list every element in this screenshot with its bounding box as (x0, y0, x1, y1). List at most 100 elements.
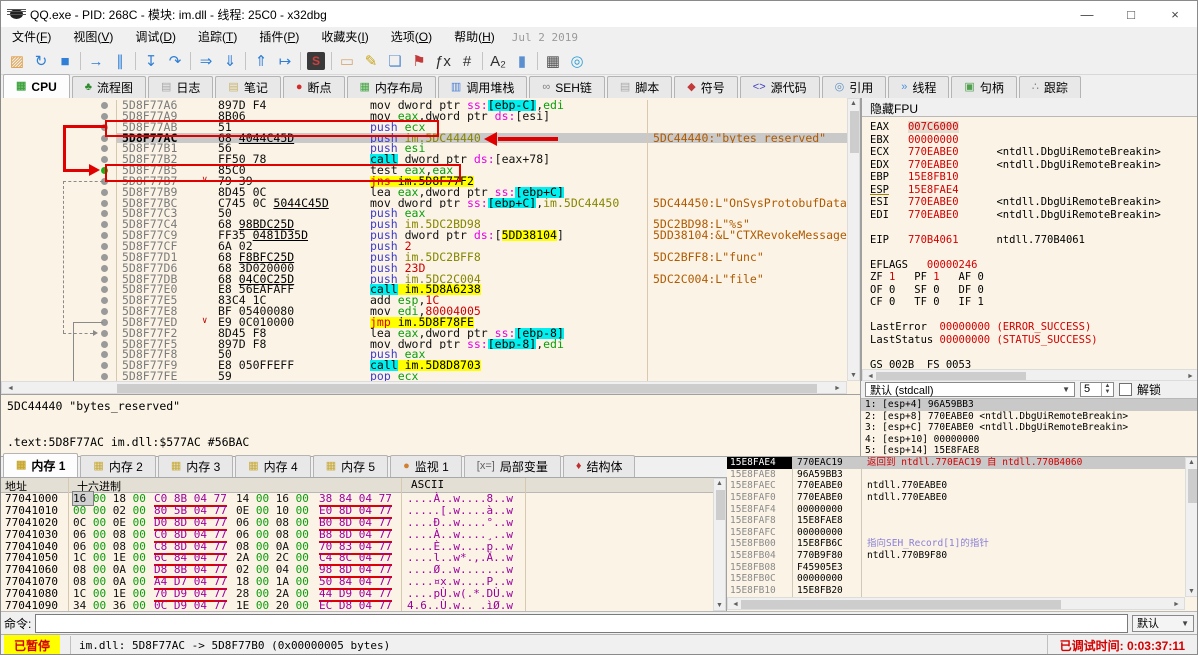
strings-icon[interactable]: A₂ (486, 49, 510, 73)
scroll-right-arrow[interactable]: ► (1170, 598, 1183, 609)
disassembly-view[interactable]: 5D8F77A6 897D F4 mov dword ptr ss:[ebp-C],… (1, 98, 861, 394)
breakpoint-slot-icon[interactable] (101, 199, 108, 207)
breakpoint-slot-icon[interactable] (101, 188, 108, 196)
disasm-gutter[interactable] (1, 208, 116, 219)
register-row[interactable]: CF 0 TF 0 IF 1 (862, 296, 1188, 309)
register-row[interactable] (862, 346, 1188, 359)
menu-item-收藏夹I[interactable]: 收藏夹(I) (310, 27, 379, 48)
disasm-gutter[interactable] (1, 306, 116, 317)
step-into-icon[interactable]: ↧ (139, 49, 163, 73)
stack-row[interactable]: 15E8FB0C 00000000 (727, 573, 1197, 586)
run-to-user-code-icon[interactable]: ⇓ (218, 49, 242, 73)
disasm-gutter[interactable] (1, 198, 116, 209)
register-row[interactable]: EBP 15E8FB10 (862, 171, 1188, 184)
stack-row[interactable]: 15E8FAFC 00000000 (727, 526, 1197, 539)
disasm-gutter[interactable] (1, 339, 116, 350)
menu-item-选项O[interactable]: 选项(O) (380, 27, 443, 48)
tab-script[interactable]: ▤ 脚本 (606, 76, 673, 98)
step-over-icon[interactable]: ↷ (163, 49, 187, 73)
disasm-hscrollbar[interactable]: ◄ ► (1, 381, 847, 394)
memory-dump-view[interactable]: 地址 十六进制 ASCII 77041000 16 00 18 00 C0 8B 04 … (1, 478, 727, 611)
breakpoint-slot-icon[interactable] (101, 308, 108, 316)
register-row[interactable]: LastStatus 00000000 (STATUS_SUCCESS) (862, 334, 1188, 347)
command-input[interactable] (35, 613, 1128, 633)
breakpoint-slot-icon[interactable] (101, 340, 108, 348)
calculator-icon[interactable]: ▦ (541, 49, 565, 73)
disasm-gutter[interactable] (1, 176, 116, 187)
disasm-gutter[interactable] (1, 154, 116, 165)
register-row[interactable] (862, 221, 1188, 234)
tab-memory-map[interactable]: ▦ 内存布局 (346, 76, 436, 98)
tab-watch-1[interactable]: ● 监视 1 (390, 455, 462, 477)
tab-notes[interactable]: ▤ 笔记 (215, 76, 281, 98)
argument-row[interactable]: 2: [esp+8] 770EABE0 <ntdll.DbgUiRemoteBr… (861, 411, 1197, 423)
register-row[interactable]: EBX 00000000 (862, 134, 1188, 147)
disasm-gutter[interactable] (1, 284, 116, 295)
breakpoint-slot-icon[interactable] (101, 264, 108, 272)
breakpoint-slot-icon[interactable] (101, 177, 108, 185)
tab-struct[interactable]: ♦ 结构体 (562, 455, 636, 477)
register-row[interactable]: EAX 007C6000 (862, 121, 1188, 134)
breakpoint-slot-icon[interactable] (101, 242, 108, 250)
disasm-gutter[interactable] (1, 122, 116, 133)
breakpoint-slot-icon[interactable] (101, 123, 108, 131)
run-until-user-icon[interactable]: ↦ (273, 49, 297, 73)
stack-row[interactable]: 15E8FB04 770B9F80 ntdll.770B9F80 (727, 550, 1197, 562)
stack-row[interactable]: 15E8FAEC 770EABE0 ntdll.770EABE0 (727, 480, 1197, 492)
register-row[interactable]: EIP 770B4061 ntdll.770B4061 (862, 234, 1188, 247)
maximize-button[interactable]: □ (1109, 2, 1153, 27)
tab-symbols[interactable]: ◆ 符号 (674, 76, 738, 98)
breakpoint-slot-icon[interactable] (101, 134, 108, 142)
stack-row[interactable]: 15E8FB10 15E8FB20 (727, 585, 1197, 597)
modules-icon[interactable]: ▮ (510, 49, 534, 73)
menu-item-视图V[interactable]: 视图(V) (62, 27, 124, 48)
globe-icon[interactable]: ◎ (565, 49, 589, 73)
stack-row[interactable]: 15E8FAF4 00000000 (727, 503, 1197, 516)
run-icon[interactable]: → (84, 49, 108, 73)
scroll-down-arrow[interactable]: ▼ (1186, 588, 1197, 595)
open-file-icon[interactable]: ▨ (5, 49, 29, 73)
stack-row[interactable]: 15E8FB00 15E8FB6C 指向SEH_Record[1]的指针 (727, 538, 1197, 551)
register-row[interactable] (862, 309, 1188, 322)
register-row[interactable]: EFLAGS 00000246 (862, 259, 1188, 272)
scroll-right-arrow[interactable]: ► (1184, 370, 1197, 380)
stack-row[interactable]: 15E8FB08 F45905E3 (727, 561, 1197, 574)
hide-fpu-button[interactable]: 隐藏FPU (862, 98, 1197, 117)
scroll-thumb[interactable] (1188, 469, 1197, 503)
disasm-gutter[interactable] (1, 230, 116, 241)
menu-item-文件F[interactable]: 文件(F) (1, 27, 62, 48)
menu-item-帮助H[interactable]: 帮助(H) (443, 27, 506, 48)
scroll-thumb[interactable] (117, 384, 817, 393)
argument-row[interactable]: 3: [esp+C] 770EABE0 <ntdll.DbgUiRemoteBr… (861, 422, 1197, 434)
tab-dump-1[interactable]: ▦ 内存 1 (3, 453, 79, 477)
hash-icon[interactable]: # (455, 49, 479, 73)
menu-item-调试D[interactable]: 调试(D) (124, 27, 187, 48)
stack-row[interactable]: 15E8FAE8 96A59BB3 (727, 468, 1197, 481)
breakpoint-slot-icon[interactable] (101, 156, 108, 164)
tab-call-stack[interactable]: ▥ 调用堆栈 (437, 76, 528, 98)
scroll-right-arrow[interactable]: ► (831, 382, 844, 393)
breakpoint-slot-icon[interactable] (101, 210, 108, 218)
breakpoint-slot-icon[interactable] (101, 351, 108, 359)
close-button[interactable]: × (1153, 2, 1197, 27)
stack-row[interactable]: 15E8FAE4 770EAC19 返回到 ntdll.770EAC19 自 ntd… (727, 457, 1197, 469)
execute-till-return-icon[interactable]: ⇒ (194, 49, 218, 73)
tab-threads[interactable]: » 线程 (888, 76, 950, 98)
labels-icon[interactable]: ❏ (383, 49, 407, 73)
argument-count-stepper[interactable]: 5 ▲ ▼ (1080, 382, 1114, 397)
disasm-gutter[interactable] (1, 133, 116, 144)
breakpoint-slot-icon[interactable] (101, 221, 108, 229)
register-row[interactable]: ZF 1 PF 1 AF 0 (862, 271, 1188, 284)
command-profile-dropdown[interactable]: 默认 ▼ (1132, 614, 1194, 632)
stack-row[interactable]: 15E8FAF8 15E8FAE8 (727, 515, 1197, 527)
tab-graph[interactable]: ♣ 流程图 (71, 76, 146, 98)
stack-vscrollbar[interactable]: ▲ ▼ (1185, 457, 1197, 597)
step-out-icon[interactable]: ⇑ (249, 49, 273, 73)
disasm-gutter[interactable] (1, 241, 116, 252)
scroll-down-arrow[interactable]: ▼ (848, 372, 859, 379)
breakpoint-slot-icon[interactable] (101, 275, 108, 283)
menu-item-追踪T[interactable]: 追踪(T) (187, 27, 248, 48)
unlock-checkbox[interactable] (1119, 383, 1132, 396)
disasm-gutter[interactable] (1, 165, 116, 176)
breakpoint-slot-icon[interactable] (101, 297, 108, 305)
